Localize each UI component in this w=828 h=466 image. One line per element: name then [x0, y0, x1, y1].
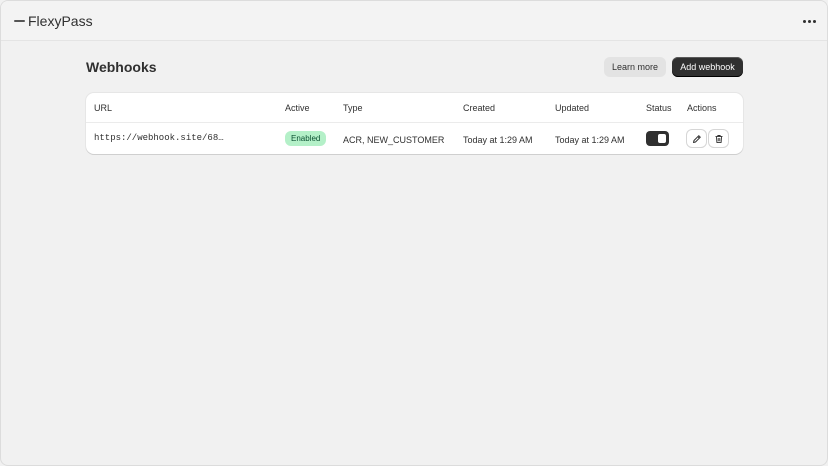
column-header-status: Status: [646, 103, 672, 113]
table-header: URL Active Type Created Updated Status A…: [86, 93, 743, 123]
column-header-actions: Actions: [687, 103, 717, 113]
delete-button[interactable]: [709, 130, 728, 147]
top-bar: FlexyPass: [1, 1, 827, 41]
app-title: FlexyPass: [28, 13, 93, 29]
webhook-updated: Today at 1:29 AM: [555, 135, 625, 145]
webhook-type: ACR, NEW_CUSTOMER: [343, 135, 445, 145]
app-window: FlexyPass Webhooks Learn more Add webhoo…: [0, 0, 828, 466]
page-title: Webhooks: [86, 59, 157, 75]
app-logo-icon: [14, 20, 25, 22]
webhooks-table: URL Active Type Created Updated Status A…: [86, 93, 743, 154]
column-header-active: Active: [285, 103, 310, 113]
column-header-updated: Updated: [555, 103, 590, 113]
edit-icon: [692, 134, 701, 143]
webhook-url[interactable]: https://webhook.site/68…: [94, 133, 234, 143]
learn-more-button[interactable]: Learn more: [604, 57, 666, 77]
edit-button[interactable]: [687, 130, 706, 147]
more-options-icon[interactable]: [798, 14, 820, 28]
status-badge: Enabled: [285, 131, 327, 146]
add-webhook-button[interactable]: Add webhook: [672, 57, 743, 77]
column-header-url: URL: [94, 103, 113, 113]
webhook-created: Today at 1:29 AM: [463, 135, 533, 145]
trash-icon: [715, 134, 722, 143]
toggle-knob: [658, 134, 666, 143]
status-toggle[interactable]: [646, 131, 669, 146]
column-header-created: Created: [463, 103, 496, 113]
column-header-type: Type: [343, 103, 363, 113]
